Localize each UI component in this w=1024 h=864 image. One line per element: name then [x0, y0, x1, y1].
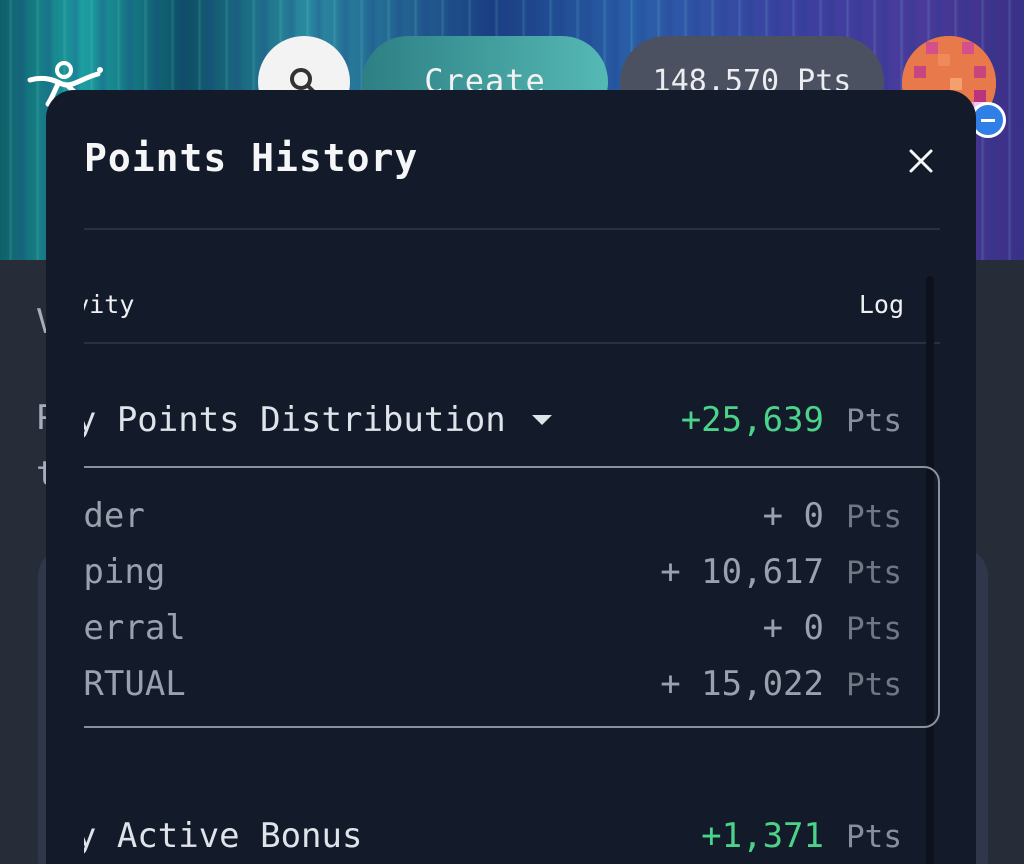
column-header-log: Log	[858, 290, 904, 319]
item-unit: Pts	[846, 611, 902, 647]
item-label: Referral	[84, 608, 186, 648]
row-label: Daily Points Distribution	[84, 400, 506, 440]
item-amount: + 10,617	[660, 552, 824, 592]
item-unit: Pts	[846, 667, 902, 703]
modal-title: Points History	[84, 136, 419, 180]
item-amount: + 0	[762, 496, 824, 536]
item-unit: Pts	[846, 499, 902, 535]
table-row[interactable]: Daily Points Distribution +25,639 Pts	[84, 400, 902, 450]
distribution-breakdown: Trader + 0 Pts Tapping + 10,617 Pts Refe…	[84, 466, 940, 728]
points-amount: +25,639	[680, 400, 824, 440]
item-amount: + 15,022	[660, 664, 824, 704]
item-label: $VIRTUAL	[84, 664, 186, 704]
table-row: Daily Active Bonus +1,371 Pts	[84, 816, 902, 864]
history-table: Activity Log Daily Points Distribution +…	[84, 240, 954, 864]
divider	[84, 228, 940, 230]
list-item: Trader + 0 Pts	[84, 496, 902, 540]
close-button[interactable]	[902, 142, 940, 180]
points-history-modal: Points History Activity Log Daily Points…	[46, 90, 976, 864]
close-icon	[909, 149, 933, 173]
app-screen: Create 148,570 Pts V P t Points History	[0, 0, 1024, 864]
list-item: $VIRTUAL + 15,022 Pts	[84, 664, 902, 708]
list-item: Tapping + 10,617 Pts	[84, 552, 902, 596]
points-unit: Pts	[846, 403, 902, 439]
item-label: Tapping	[84, 552, 166, 592]
points-unit: Pts	[846, 819, 902, 855]
list-item: Referral + 0 Pts	[84, 608, 902, 652]
row-amount: +1,371 Pts	[701, 816, 902, 856]
column-header-activity: Activity	[84, 290, 135, 319]
row-label: Daily Active Bonus	[84, 816, 363, 856]
distribution-toggle[interactable]: Daily Points Distribution	[84, 400, 552, 440]
points-amount: +1,371	[701, 816, 824, 856]
item-unit: Pts	[846, 555, 902, 591]
item-amount: + 0	[762, 608, 824, 648]
row-amount: +25,639 Pts	[681, 400, 902, 440]
caret-down-icon	[531, 415, 552, 425]
item-label: Trader	[84, 496, 145, 536]
